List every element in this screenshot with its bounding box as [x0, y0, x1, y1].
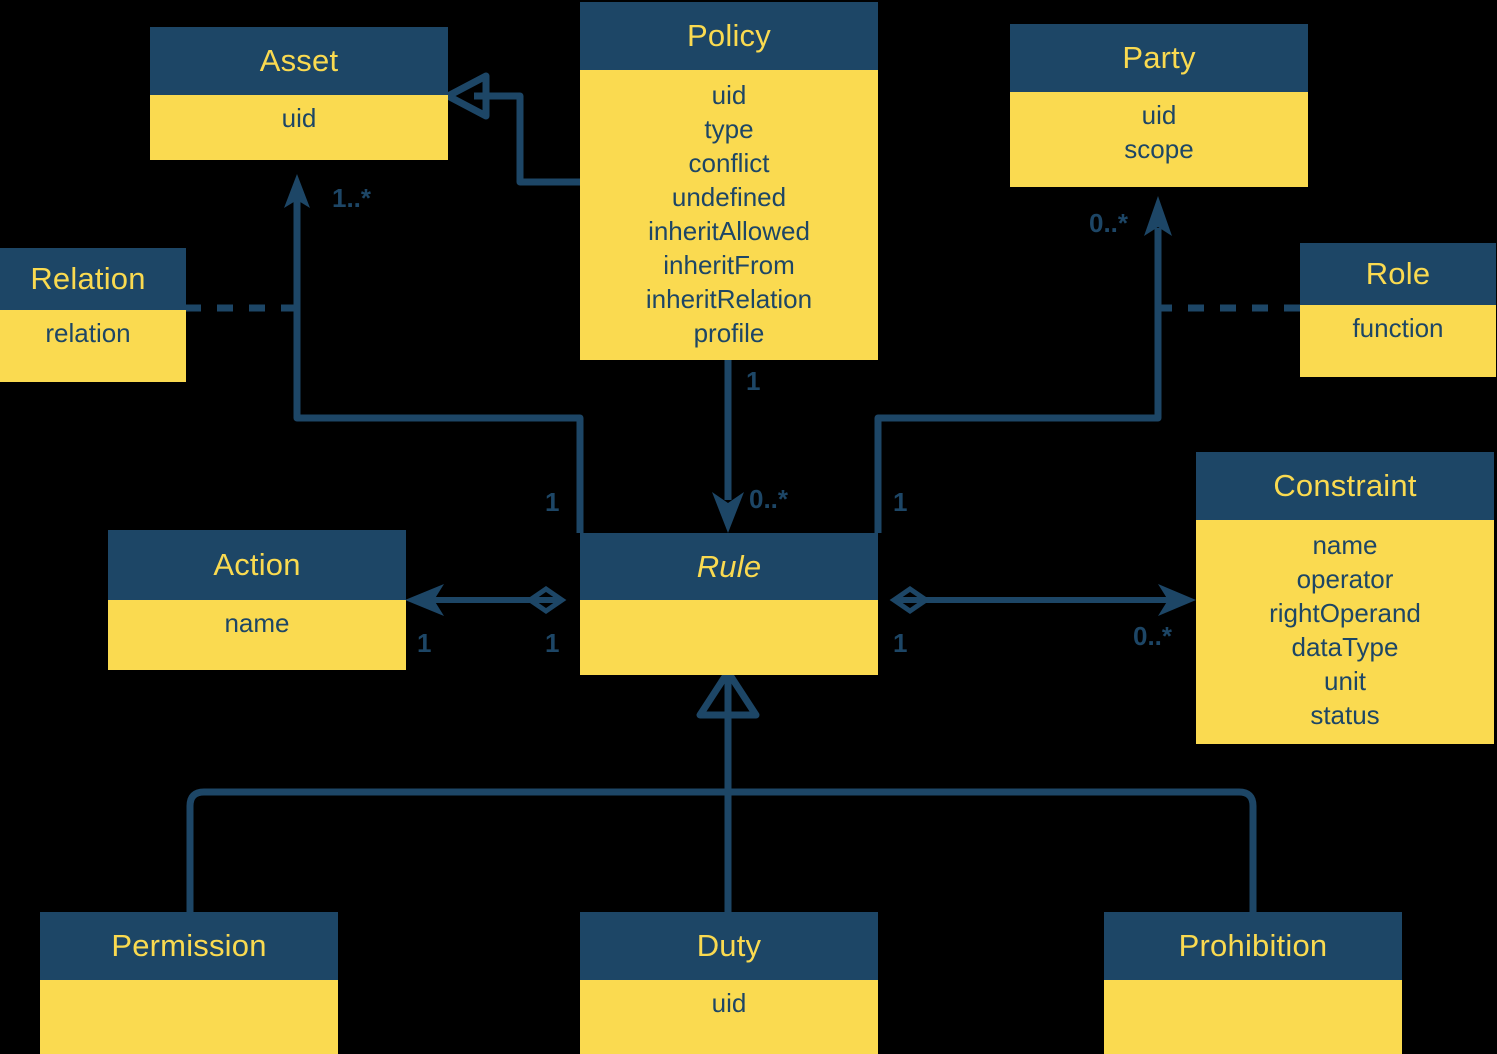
attribute: relation [45, 318, 131, 348]
multiplicity-rule-to-constraint-target: 0..* [1133, 621, 1173, 651]
class-box-asset[interactable]: Asset uid [150, 27, 448, 160]
edge-rule-to-action [405, 584, 567, 616]
multiplicity-rule-to-asset-source: 1 [545, 487, 560, 517]
class-box-relation[interactable]: Relation relation [0, 248, 186, 382]
class-attributes-party: uid scope [1010, 92, 1308, 187]
class-name-permission: Permission [40, 912, 338, 980]
multiplicity-policy-to-rule-target: 0..* [749, 484, 789, 514]
class-box-permission[interactable]: Permission [40, 912, 338, 1054]
class-attributes-asset: uid [150, 95, 448, 160]
attribute: rightOperand [1269, 598, 1421, 628]
class-attributes-rule [580, 600, 878, 675]
attribute: uid [711, 80, 747, 110]
class-attributes-role: function [1300, 305, 1496, 377]
class-attributes-policy: uid type conflict undefined inheritAllow… [580, 70, 878, 360]
edge-rule-to-constraint [889, 584, 1196, 616]
class-name-duty: Duty [580, 912, 878, 980]
class-box-party[interactable]: Party uid scope [1010, 24, 1308, 187]
multiplicity-rule-to-constraint-source: 1 [893, 628, 908, 658]
class-name-prohibition: Prohibition [1104, 912, 1402, 980]
attribute: scope [1124, 134, 1194, 164]
class-box-duty[interactable]: Duty uid [580, 912, 878, 1054]
edge-subclasses-generalize-rule [186, 668, 1257, 915]
attribute: name [1312, 530, 1378, 560]
class-name-policy: Policy [580, 2, 878, 70]
multiplicity-policy-to-rule-source: 1 [746, 366, 761, 396]
edge-policy-generalizes-asset [444, 72, 580, 186]
class-box-prohibition[interactable]: Prohibition [1104, 912, 1402, 1054]
class-name-relation: Relation [0, 248, 186, 310]
edge-rule-to-party [874, 196, 1172, 533]
attribute: unit [1324, 666, 1366, 696]
attribute: inheritRelation [645, 284, 813, 314]
attribute: undefined [671, 182, 787, 212]
edge-policy-to-rule [712, 360, 744, 533]
attribute: inheritAllowed [648, 216, 810, 246]
attribute: type [704, 114, 754, 144]
edge-rule-to-asset [284, 174, 584, 533]
class-box-rule[interactable]: Rule [580, 533, 878, 675]
class-attributes-duty: uid [580, 980, 878, 1054]
attribute: uid [1141, 100, 1177, 130]
class-attributes-permission [40, 980, 338, 1054]
class-name-action: Action [108, 530, 406, 600]
class-box-constraint[interactable]: Constraint name operator rightOperand da… [1196, 452, 1494, 744]
multiplicity-rule-to-action-source: 1 [545, 628, 560, 658]
attribute: uid [711, 988, 747, 1018]
attribute: conflict [688, 148, 770, 178]
class-name-party: Party [1010, 24, 1308, 92]
class-box-action[interactable]: Action name [108, 530, 406, 670]
class-box-policy[interactable]: Policy uid type conflict undefined inher… [580, 2, 878, 360]
class-box-role[interactable]: Role function [1300, 243, 1496, 377]
attribute: function [1352, 313, 1444, 343]
attribute: dataType [1291, 632, 1399, 662]
attribute: inheritFrom [663, 250, 795, 280]
attribute: operator [1296, 564, 1394, 594]
class-attributes-action: name [108, 600, 406, 670]
multiplicity-party-from-rule: 0..* [1089, 208, 1129, 238]
uml-class-diagram-canvas: Asset uid Policy uid type conflict undef… [0, 0, 1497, 1054]
class-name-rule: Rule [580, 533, 878, 600]
attribute: status [1310, 700, 1380, 730]
attribute: uid [281, 103, 317, 133]
multiplicity-rule-to-party-source: 1 [893, 487, 908, 517]
multiplicity-rule-to-action-target: 1 [417, 628, 432, 658]
attribute: name [224, 608, 290, 638]
class-name-asset: Asset [150, 27, 448, 95]
class-attributes-prohibition [1104, 980, 1402, 1054]
multiplicity-asset-from-rule: 1..* [332, 183, 372, 213]
class-name-constraint: Constraint [1196, 452, 1494, 520]
class-attributes-relation: relation [0, 310, 186, 382]
class-name-role: Role [1300, 243, 1496, 305]
class-attributes-constraint: name operator rightOperand dataType unit… [1196, 520, 1494, 744]
attribute: profile [693, 318, 765, 348]
